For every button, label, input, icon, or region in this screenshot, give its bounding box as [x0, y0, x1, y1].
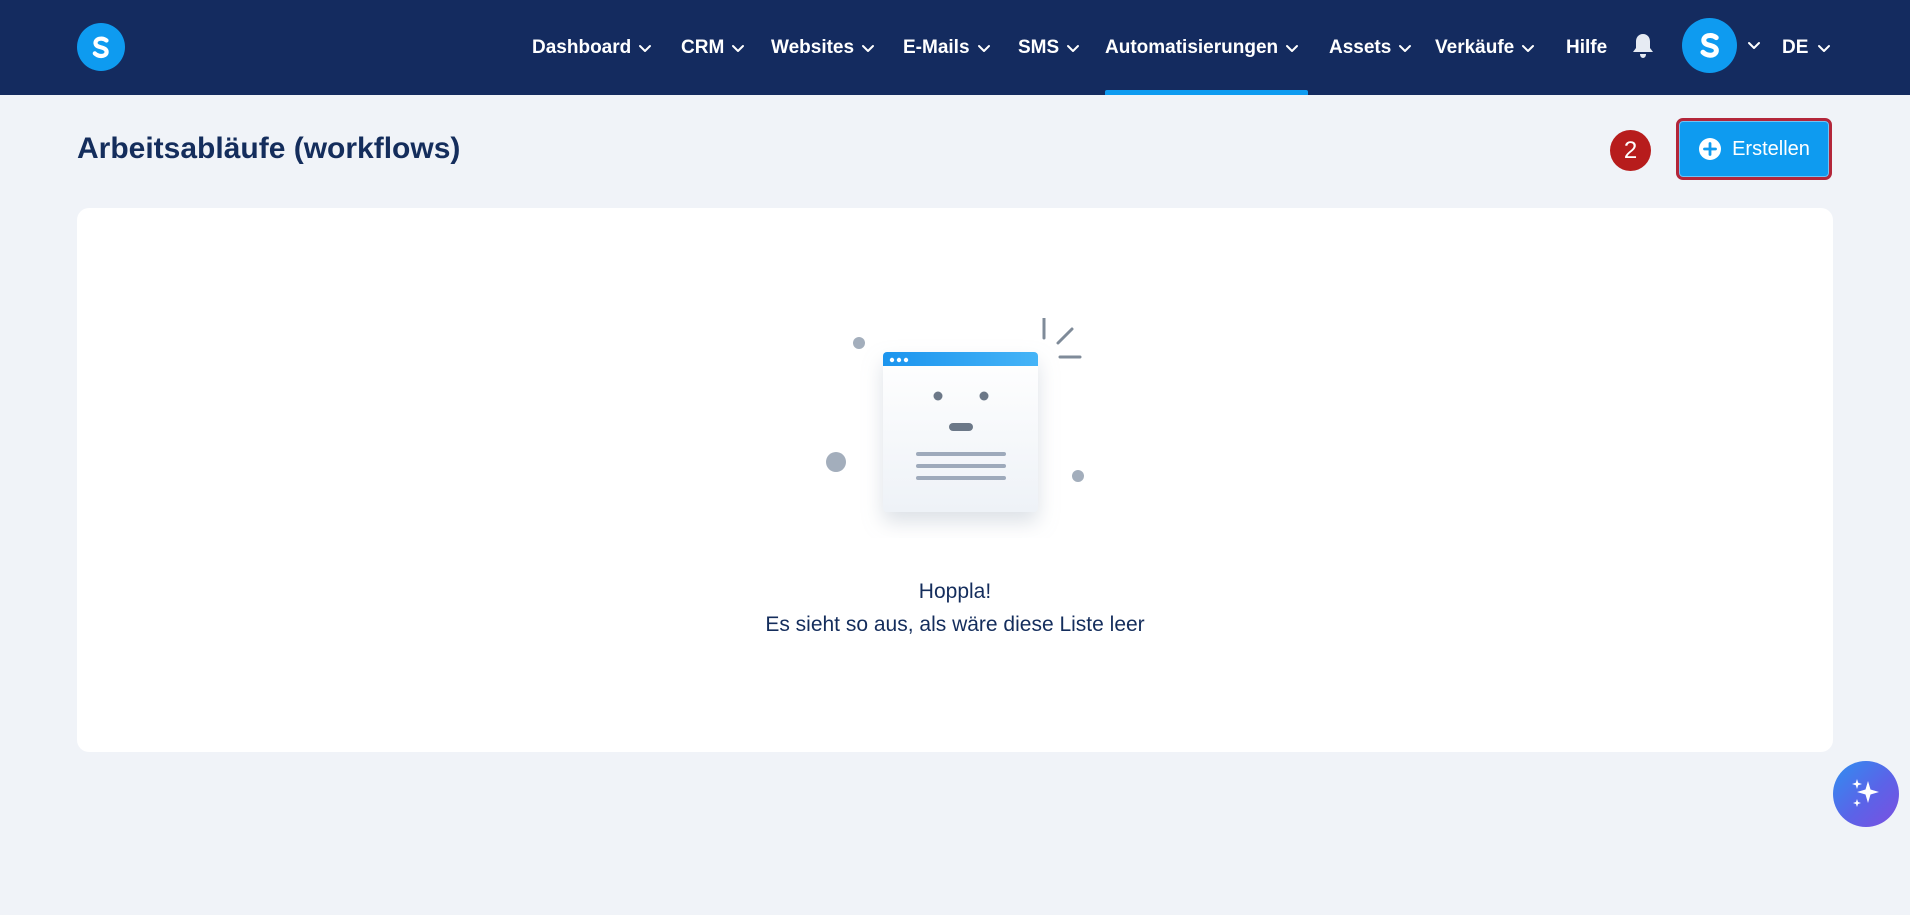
nav-item-label: Websites	[771, 36, 855, 58]
nav-item-hilfe[interactable]: Hilfe	[1566, 0, 1607, 95]
nav-item-sms[interactable]: SMS	[1018, 0, 1080, 95]
nav-item-assets[interactable]: Assets	[1329, 0, 1412, 95]
s-avatar-icon	[1682, 17, 1737, 73]
language-selector[interactable]: DE	[1782, 0, 1831, 95]
sparkles-icon	[1852, 779, 1879, 807]
chevron-down-icon	[732, 44, 745, 52]
nav-item-dashboard[interactable]: Dashboard	[532, 0, 652, 95]
nav-item-label: Hilfe	[1566, 36, 1608, 58]
chevron-down-icon	[1748, 42, 1760, 49]
nav-item-label: E-Mails	[903, 36, 970, 58]
ai-assistant-button[interactable]	[1833, 761, 1899, 827]
nav-item-label: Dashboard	[532, 36, 632, 58]
language-label: DE	[1782, 36, 1809, 58]
chevron-down-icon	[1067, 44, 1080, 52]
chevron-down-icon	[1286, 44, 1299, 52]
nav-item-emails[interactable]: E-Mails	[903, 0, 991, 95]
create-button[interactable]: Erstellen	[1676, 118, 1832, 180]
nav-item-label: Verkäufe	[1435, 36, 1515, 58]
empty-state-title: Hoppla!	[918, 580, 992, 603]
step-badge: 2	[1610, 130, 1651, 171]
nav-item-label: Assets	[1329, 36, 1392, 58]
user-menu[interactable]	[1682, 17, 1761, 73]
nav-item-automatisierungen[interactable]: Automatisierungen	[1105, 0, 1308, 95]
empty-state-subtitle: Es sieht so aus, als wäre diese Liste le…	[765, 613, 1145, 636]
nav-item-label: SMS	[1018, 36, 1060, 58]
nav-item-label: Automatisierungen	[1105, 36, 1279, 58]
s-logo-glyph	[92, 36, 109, 59]
plus-circle-icon	[1699, 138, 1722, 160]
empty-list-illustration-icon	[826, 318, 1084, 512]
chevron-down-icon	[862, 44, 875, 52]
nav-item-verkaeufe[interactable]: Verkäufe	[1435, 0, 1535, 95]
s-avatar-glyph	[1699, 33, 1719, 58]
s-logo-icon[interactable]	[77, 23, 125, 71]
nav-item-crm[interactable]: CRM	[681, 0, 745, 95]
page-title: Arbeitsabläufe (workflows)	[77, 132, 461, 165]
chevron-down-icon	[1522, 44, 1535, 52]
create-button-label: Erstellen	[1732, 137, 1810, 160]
chevron-down-icon	[977, 44, 990, 52]
bell-icon[interactable]	[1630, 32, 1656, 60]
chevron-down-icon	[639, 44, 652, 52]
top-navigation-bar: Dashboard CRM Websites E-Mails SMS Autom…	[0, 0, 1910, 95]
nav-item-label: CRM	[681, 36, 725, 58]
chevron-down-icon	[1818, 44, 1831, 52]
chevron-down-icon	[1399, 44, 1412, 52]
nav-item-websites[interactable]: Websites	[771, 0, 875, 95]
